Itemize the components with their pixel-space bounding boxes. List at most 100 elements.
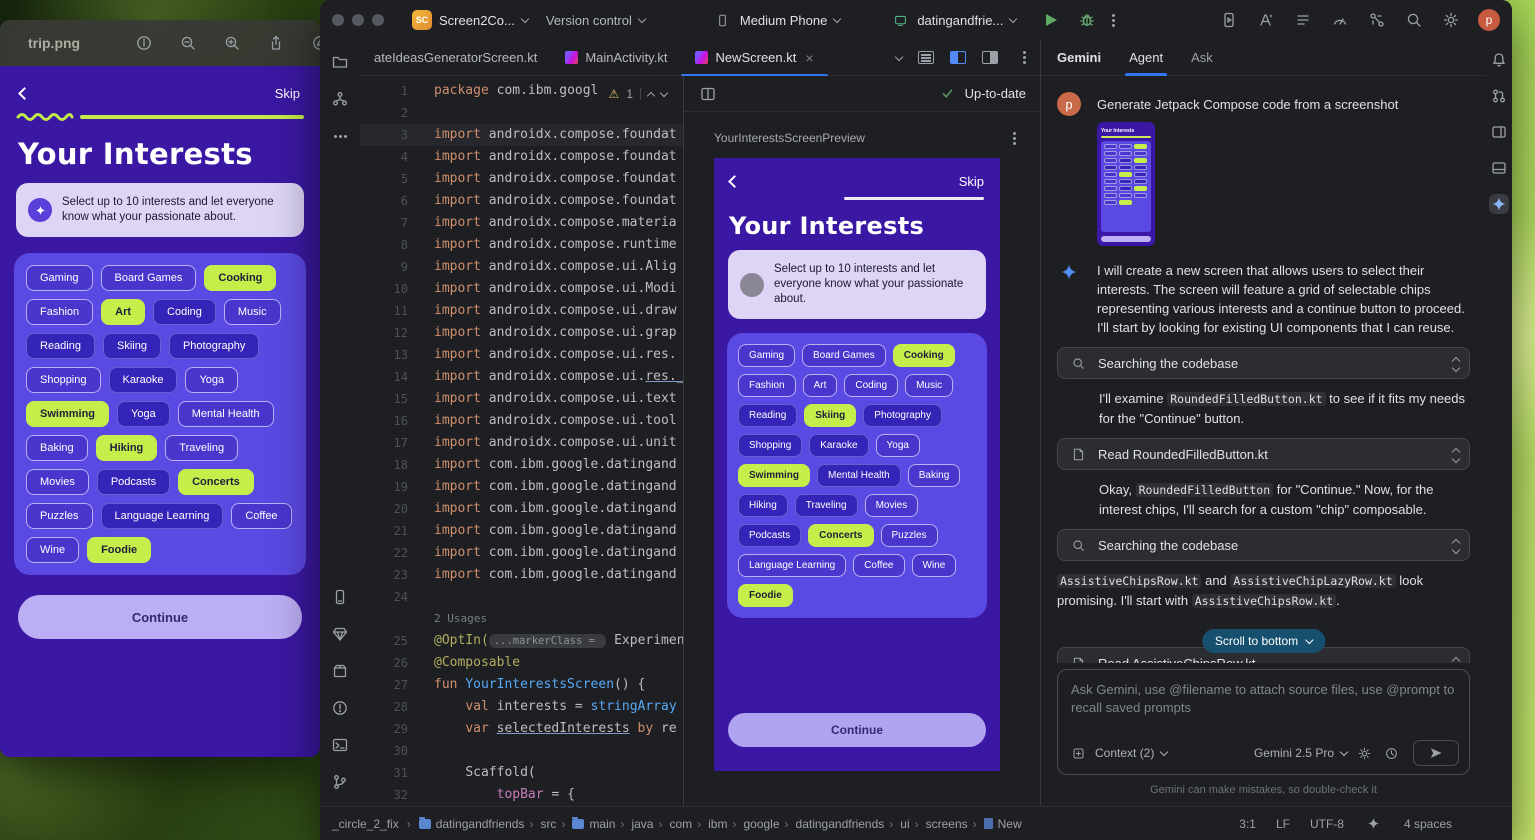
continue-button[interactable]: Continue bbox=[18, 595, 302, 639]
expand-icon[interactable] bbox=[1453, 655, 1459, 663]
code-line[interactable]: 14 import androidx.compose.ui.res._ bbox=[360, 366, 683, 388]
close-tab-icon[interactable]: × bbox=[805, 50, 813, 66]
info-icon[interactable] bbox=[134, 33, 154, 53]
more-actions-icon[interactable] bbox=[1103, 10, 1123, 30]
profile-avatar[interactable]: p bbox=[1478, 9, 1500, 31]
code-line[interactable]: 16 import androidx.compose.ui.tool bbox=[360, 410, 683, 432]
interest-chip[interactable]: Yoga bbox=[117, 401, 170, 427]
todo-list-icon[interactable] bbox=[1293, 10, 1313, 30]
code-line[interactable]: 21 import com.ibm.google.datingand bbox=[360, 520, 683, 542]
interest-chip[interactable]: Foodie bbox=[738, 584, 793, 607]
interest-chip[interactable]: Board Games bbox=[101, 265, 197, 291]
interest-chip[interactable]: Yoga bbox=[185, 367, 238, 393]
tab-dateideasgeneratorscreen[interactable]: ateIdeasGeneratorScreen.kt bbox=[360, 40, 551, 76]
interest-chip[interactable]: Baking bbox=[908, 464, 961, 487]
code-line[interactable]: 31 Scaffold( bbox=[360, 762, 683, 784]
interest-chip[interactable]: Art bbox=[803, 374, 838, 397]
scroll-to-bottom-button[interactable]: Scroll to bottom bbox=[1202, 629, 1325, 653]
terminal-tool-icon[interactable] bbox=[330, 735, 350, 755]
inspections-widget[interactable]: ⚠1 bbox=[605, 85, 671, 103]
interest-chip[interactable]: Puzzles bbox=[881, 524, 938, 547]
search-icon[interactable] bbox=[1404, 10, 1424, 30]
tool-call-read-1[interactable]: Read RoundedFilledButton.kt bbox=[1057, 438, 1470, 470]
interest-chip[interactable]: Karaoke bbox=[109, 367, 178, 393]
expand-icon[interactable] bbox=[1453, 537, 1459, 553]
tool-call-search-2[interactable]: Searching the codebase bbox=[1057, 529, 1470, 561]
code-line[interactable]: 30 bbox=[360, 740, 683, 762]
split-view-icon[interactable] bbox=[950, 51, 966, 64]
interest-chip[interactable]: Music bbox=[224, 299, 281, 325]
interest-chip[interactable]: Art bbox=[101, 299, 145, 325]
layout-bottom-icon[interactable] bbox=[1489, 158, 1509, 178]
pull-requests-icon[interactable] bbox=[1489, 86, 1509, 106]
build-tool-icon[interactable] bbox=[330, 661, 350, 681]
interest-chip[interactable]: Gaming bbox=[26, 265, 93, 291]
gemini-input[interactable]: Ask Gemini, use @filename to attach sour… bbox=[1057, 669, 1470, 775]
interest-chip[interactable]: Movies bbox=[26, 469, 89, 495]
continue-button[interactable]: Continue bbox=[728, 713, 986, 747]
interest-chip[interactable]: Shopping bbox=[26, 367, 101, 393]
tab-agent[interactable]: Agent bbox=[1129, 40, 1163, 76]
code-line[interactable]: 2 bbox=[360, 102, 683, 124]
notifications-icon[interactable] bbox=[1489, 50, 1509, 70]
line-separator[interactable]: LF bbox=[1276, 817, 1290, 831]
gemini-tool-icon[interactable] bbox=[1489, 194, 1509, 214]
interest-chip[interactable]: Language Learning bbox=[101, 503, 224, 529]
interest-chip[interactable]: Shopping bbox=[738, 434, 802, 457]
code-line[interactable]: 27 fun YourInterestsScreen() { bbox=[360, 674, 683, 696]
interest-chip[interactable]: Traveling bbox=[165, 435, 238, 461]
code-line[interactable]: 4 import androidx.compose.foundat bbox=[360, 146, 683, 168]
tool-call-search-1[interactable]: Searching the codebase bbox=[1057, 347, 1470, 379]
code-editor[interactable]: ⚠1 1 package com.ibm.googl 2 bbox=[360, 76, 683, 806]
device-selector[interactable]: Medium Phone bbox=[707, 10, 846, 30]
settings-icon[interactable] bbox=[1441, 10, 1461, 30]
breadcrumb-item[interactable]: datingandfriends › bbox=[796, 817, 894, 831]
git-branch[interactable]: _circle_2_fix bbox=[332, 817, 399, 831]
code-line[interactable]: 5 import androidx.compose.foundat bbox=[360, 168, 683, 190]
breadcrumb-item[interactable]: google › bbox=[743, 817, 788, 831]
profiler-icon[interactable] bbox=[1330, 10, 1350, 30]
interest-chip[interactable]: Language Learning bbox=[738, 554, 846, 577]
back-icon[interactable] bbox=[18, 87, 31, 100]
code-line[interactable]: 25 @OptIn(...markerClass = Experiment bbox=[360, 630, 683, 652]
vcs-widget[interactable]: Version control bbox=[540, 13, 651, 28]
breadcrumb-item[interactable]: main › bbox=[572, 817, 624, 831]
interest-chip[interactable]: Photography bbox=[863, 404, 942, 427]
expand-icon[interactable] bbox=[1453, 355, 1459, 371]
code-line[interactable]: 17 import androidx.compose.ui.unit bbox=[360, 432, 683, 454]
code-line[interactable]: 10 import androidx.compose.ui.Modi bbox=[360, 278, 683, 300]
minimize-window-icon[interactable] bbox=[352, 14, 364, 26]
interest-chip[interactable]: Concerts bbox=[808, 524, 873, 547]
code-line[interactable]: 9 import androidx.compose.ui.Alig bbox=[360, 256, 683, 278]
structure-tool-icon[interactable] bbox=[330, 89, 350, 109]
code-line[interactable]: 23 import com.ibm.google.datingand bbox=[360, 564, 683, 586]
zoom-in-icon[interactable] bbox=[222, 33, 242, 53]
interest-chip[interactable]: Cooking bbox=[204, 265, 276, 291]
code-line[interactable]: 29 var selectedInterests by re bbox=[360, 718, 683, 740]
context-selector[interactable]: Context (2) bbox=[1095, 746, 1154, 760]
expand-icon[interactable] bbox=[1453, 446, 1459, 462]
design-view-icon[interactable] bbox=[982, 51, 998, 64]
interest-chip[interactable]: Fashion bbox=[26, 299, 93, 325]
code-line[interactable]: 8 import androidx.compose.runtime bbox=[360, 234, 683, 256]
code-line[interactable]: 20 import com.ibm.google.datingand bbox=[360, 498, 683, 520]
device-explorer-icon[interactable] bbox=[330, 587, 350, 607]
model-selector[interactable]: Gemini 2.5 Pro bbox=[1254, 746, 1334, 760]
next-problem-icon[interactable] bbox=[660, 89, 668, 97]
version-control-tool-icon[interactable] bbox=[330, 772, 350, 792]
breadcrumb-item[interactable]: screens › bbox=[926, 817, 977, 831]
code-line[interactable]: 28 val interests = stringArray bbox=[360, 696, 683, 718]
interest-chip[interactable]: Mental Health bbox=[817, 464, 901, 487]
preview-mode-icon[interactable] bbox=[698, 84, 718, 104]
interest-chip[interactable]: Coffee bbox=[853, 554, 904, 577]
interest-chip[interactable]: Karaoke bbox=[809, 434, 868, 457]
interest-chip[interactable]: Concerts bbox=[178, 469, 254, 495]
interest-chip[interactable]: Traveling bbox=[795, 494, 858, 517]
back-icon[interactable] bbox=[728, 175, 741, 188]
interest-chip[interactable]: Photography bbox=[169, 333, 259, 359]
interest-chip[interactable]: Swimming bbox=[738, 464, 810, 487]
project-selector[interactable]: SC Screen2Co... bbox=[406, 10, 534, 30]
interest-chip[interactable]: Reading bbox=[738, 404, 797, 427]
interest-chip[interactable]: Baking bbox=[26, 435, 88, 461]
layout-right-icon[interactable] bbox=[1489, 122, 1509, 142]
